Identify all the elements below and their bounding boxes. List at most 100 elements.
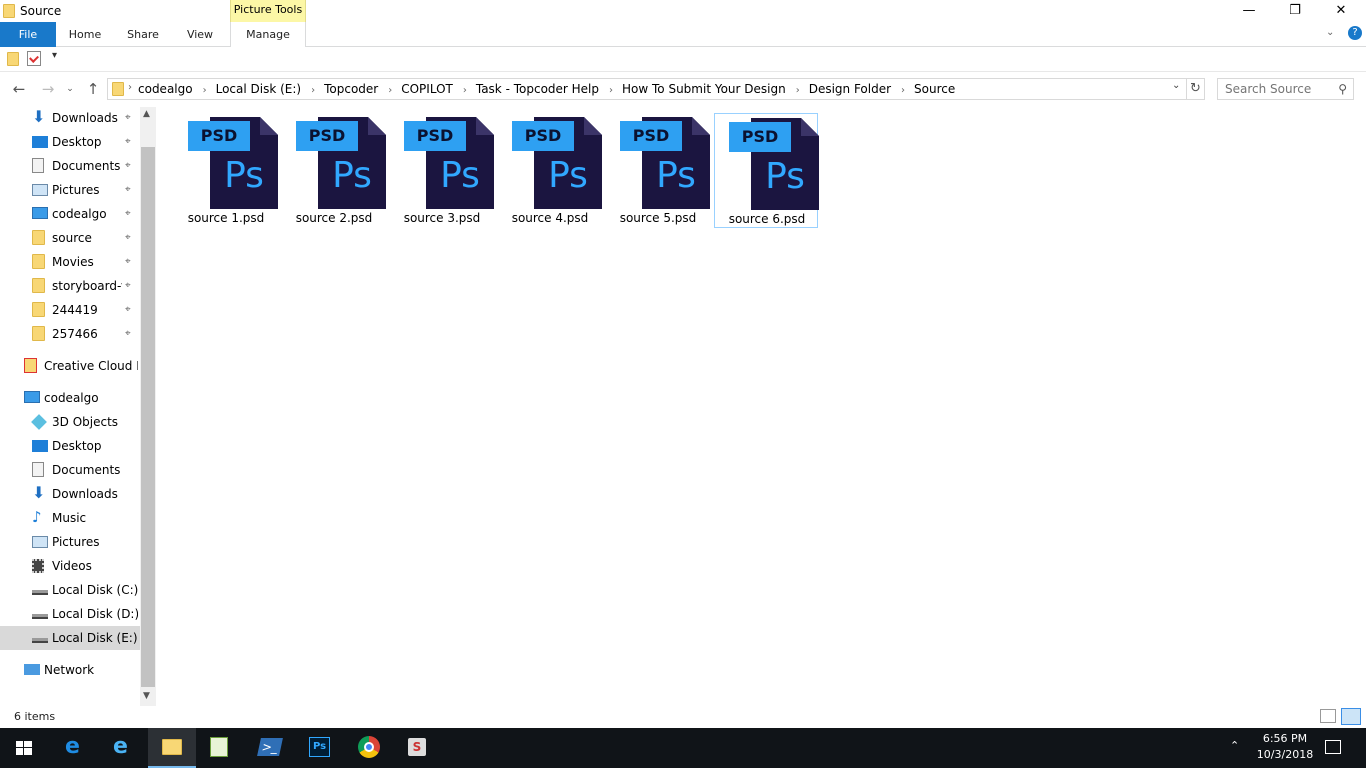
chevron-right-icon[interactable]: › (609, 85, 613, 96)
recent-locations-icon[interactable]: ⌄ (60, 79, 80, 99)
quick-access-item-pictures[interactable]: Pictures ⌖ (0, 178, 140, 202)
show-hidden-icons-icon[interactable]: ⌃ (1230, 739, 1239, 752)
this-pc-item-videos[interactable]: Videos (0, 554, 140, 578)
pin-icon[interactable]: ⌖ (125, 130, 131, 154)
this-pc-item-local-disk-e-[interactable]: Local Disk (E:) (0, 626, 140, 650)
chevron-right-icon[interactable]: › (388, 85, 392, 96)
pin-icon[interactable]: ⌖ (125, 322, 131, 346)
sublime-icon[interactable]: S (394, 728, 442, 768)
folder-icon (32, 230, 45, 245)
details-view-icon[interactable] (1320, 709, 1336, 723)
quick-access-item-257466[interactable]: 257466 ⌖ (0, 322, 140, 346)
tab-manage[interactable]: Manage (230, 22, 306, 47)
file-item[interactable]: PSD Ps source 2.psd (282, 113, 386, 228)
properties-icon[interactable] (27, 51, 41, 66)
this-pc-item-music[interactable]: ♪ Music (0, 506, 140, 530)
this-pc-item-3d-objects[interactable]: 3D Objects (0, 410, 140, 434)
chevron-right-icon[interactable]: › (796, 85, 800, 96)
ie-icon[interactable]: e (100, 728, 148, 768)
breadcrumb-item[interactable]: Local Disk (E:) (216, 82, 302, 96)
chevron-right-icon[interactable]: › (203, 85, 207, 96)
breadcrumb-item[interactable]: Design Folder (809, 82, 891, 96)
clock[interactable]: 6:56 PM 10/3/2018 (1250, 731, 1320, 763)
file-item[interactable]: PSD Ps source 4.psd (498, 113, 602, 228)
search-box[interactable]: ⚲ (1217, 78, 1354, 100)
address-bar[interactable]: › codealgo › Local Disk (E:) › Topcoder › COPI… (107, 78, 1187, 100)
chevron-right-icon[interactable]: › (128, 82, 132, 93)
close-button[interactable]: ✕ (1318, 0, 1364, 22)
refresh-icon[interactable]: ↻ (1187, 78, 1205, 100)
pin-icon[interactable]: ⌖ (125, 154, 131, 178)
tab-share[interactable]: Share (118, 22, 168, 47)
this-pc[interactable]: codealgo (0, 386, 140, 410)
quick-access-item-downloads[interactable]: ⬇ Downloads ⌖ (0, 106, 140, 130)
pin-icon[interactable]: ⌖ (125, 250, 131, 274)
file-item[interactable]: PSD Ps source 3.psd (390, 113, 494, 228)
forward-icon[interactable]: → (38, 79, 58, 99)
quick-access-item-documents[interactable]: Documents ⌖ (0, 154, 140, 178)
breadcrumb-item[interactable]: Source (914, 82, 955, 96)
breadcrumb-item[interactable]: How To Submit Your Design (622, 82, 786, 96)
ribbon-expand-icon[interactable]: ⌄ (1326, 27, 1334, 38)
chevron-right-icon[interactable]: › (901, 85, 905, 96)
scrollbar-thumb[interactable] (141, 147, 155, 687)
creative-cloud-files[interactable]: Creative Cloud Files (0, 354, 140, 378)
back-icon[interactable]: ← (9, 79, 29, 99)
quick-access-item-desktop[interactable]: Desktop ⌖ (0, 130, 140, 154)
nav-item-label: Local Disk (E:) (52, 631, 138, 645)
up-icon[interactable]: ↑ (83, 79, 103, 99)
breadcrumb-item[interactable]: COPILOT (401, 82, 453, 96)
pin-icon[interactable]: ⌖ (125, 274, 131, 298)
breadcrumb-item[interactable]: Topcoder (324, 82, 378, 96)
this-pc-item-desktop[interactable]: Desktop (0, 434, 140, 458)
this-pc-item-documents[interactable]: Documents (0, 458, 140, 482)
scroll-down-icon[interactable]: ▼ (143, 691, 150, 701)
tab-view[interactable]: View (176, 22, 224, 47)
quick-access-item-244419[interactable]: 244419 ⌖ (0, 298, 140, 322)
customize-toolbar-icon[interactable]: ▾ (52, 50, 57, 61)
maximize-button[interactable]: ❐ (1272, 0, 1318, 22)
file-item[interactable]: PSD Ps source 6.psd (714, 113, 819, 228)
chevron-right-icon[interactable]: › (463, 85, 467, 96)
notifications-icon[interactable] (1325, 740, 1341, 754)
folder-icon (3, 4, 15, 18)
file-item[interactable]: PSD Ps source 1.psd (174, 113, 278, 228)
tab-file[interactable]: File (0, 22, 56, 47)
large-icons-view-icon[interactable] (1341, 708, 1361, 725)
this-pc-item-local-disk-c-[interactable]: Local Disk (C:) (0, 578, 140, 602)
file-explorer-icon[interactable] (148, 728, 196, 768)
file-item[interactable]: PSD Ps source 5.psd (606, 113, 710, 228)
address-dropdown-icon[interactable]: ⌄ (1172, 80, 1180, 91)
pin-icon[interactable]: ⌖ (125, 298, 131, 322)
this-pc-item-local-disk-d-[interactable]: Local Disk (D:) (0, 602, 140, 626)
quick-access-item-codealgo[interactable]: codealgo ⌖ (0, 202, 140, 226)
minimize-button[interactable]: — (1226, 0, 1272, 22)
search-icon[interactable]: ⚲ (1338, 82, 1347, 96)
pin-icon[interactable]: ⌖ (125, 178, 131, 202)
edge-icon[interactable]: e (52, 728, 100, 768)
quick-access-item-storyboard-v4[interactable]: storyboard-v4⌖ (0, 274, 140, 298)
breadcrumb-item[interactable]: codealgo (138, 82, 193, 96)
pin-icon[interactable]: ⌖ (125, 106, 131, 130)
help-icon[interactable]: ? (1348, 26, 1362, 40)
start-icon[interactable] (0, 728, 48, 768)
breadcrumb-item[interactable]: Task - Topcoder Help (476, 82, 599, 96)
network[interactable]: Network (0, 658, 140, 682)
pin-icon[interactable]: ⌖ (125, 226, 131, 250)
documents-icon (32, 462, 44, 477)
powershell-icon[interactable]: >_ (246, 728, 294, 768)
chevron-right-icon[interactable]: › (311, 85, 315, 96)
this-pc-item-pictures[interactable]: Pictures (0, 530, 140, 554)
chrome-icon[interactable] (345, 728, 393, 768)
photoshop-icon[interactable]: Ps (296, 728, 344, 768)
notepad-icon[interactable] (196, 728, 244, 768)
pin-icon[interactable]: ⌖ (125, 202, 131, 226)
quick-access-item-source[interactable]: source ⌖ (0, 226, 140, 250)
folder-icon[interactable] (7, 52, 19, 66)
this-pc-item-downloads[interactable]: ⬇ Downloads (0, 482, 140, 506)
nav-scrollbar[interactable]: ▲ ▼ (140, 107, 156, 707)
scroll-up-icon[interactable]: ▲ (143, 109, 150, 119)
tab-home[interactable]: Home (60, 22, 110, 47)
search-input[interactable] (1225, 82, 1325, 96)
quick-access-item-movies[interactable]: Movies ⌖ (0, 250, 140, 274)
